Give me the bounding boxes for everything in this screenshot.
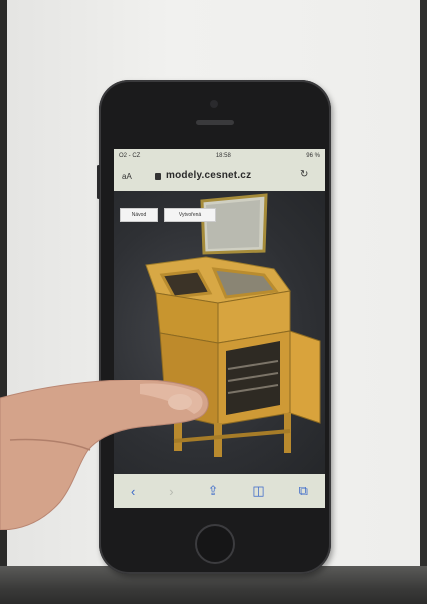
front-camera bbox=[210, 100, 218, 108]
url-text[interactable]: modely.cesnet.cz bbox=[166, 170, 251, 181]
lock-icon bbox=[155, 173, 161, 180]
reload-icon[interactable]: ↻ bbox=[300, 169, 308, 180]
right-dark-edge bbox=[420, 0, 427, 566]
battery-label: 96 % bbox=[306, 153, 320, 159]
bookmarks-icon[interactable]: ◫ bbox=[252, 483, 264, 499]
cabinet-open-door bbox=[289, 330, 321, 424]
status-bar: O2 - CZ 18:58 96 % bbox=[114, 149, 325, 163]
clock: 18:58 bbox=[215, 153, 231, 159]
created-button[interactable]: Vytvořená bbox=[164, 208, 216, 222]
volume-button bbox=[97, 165, 100, 199]
cabinet-leg bbox=[214, 423, 222, 457]
fingernail bbox=[168, 394, 192, 410]
home-button[interactable] bbox=[195, 524, 235, 564]
carrier-label: O2 - CZ bbox=[119, 153, 141, 159]
guide-button[interactable]: Návod bbox=[120, 208, 158, 222]
tabs-icon[interactable]: ⧉ bbox=[299, 483, 308, 499]
earpiece-speaker bbox=[196, 120, 234, 125]
address-bar[interactable]: aA modely.cesnet.cz ↻ bbox=[114, 163, 325, 191]
reader-aa-button[interactable]: aA bbox=[122, 172, 132, 181]
pointing-hand bbox=[0, 380, 209, 530]
